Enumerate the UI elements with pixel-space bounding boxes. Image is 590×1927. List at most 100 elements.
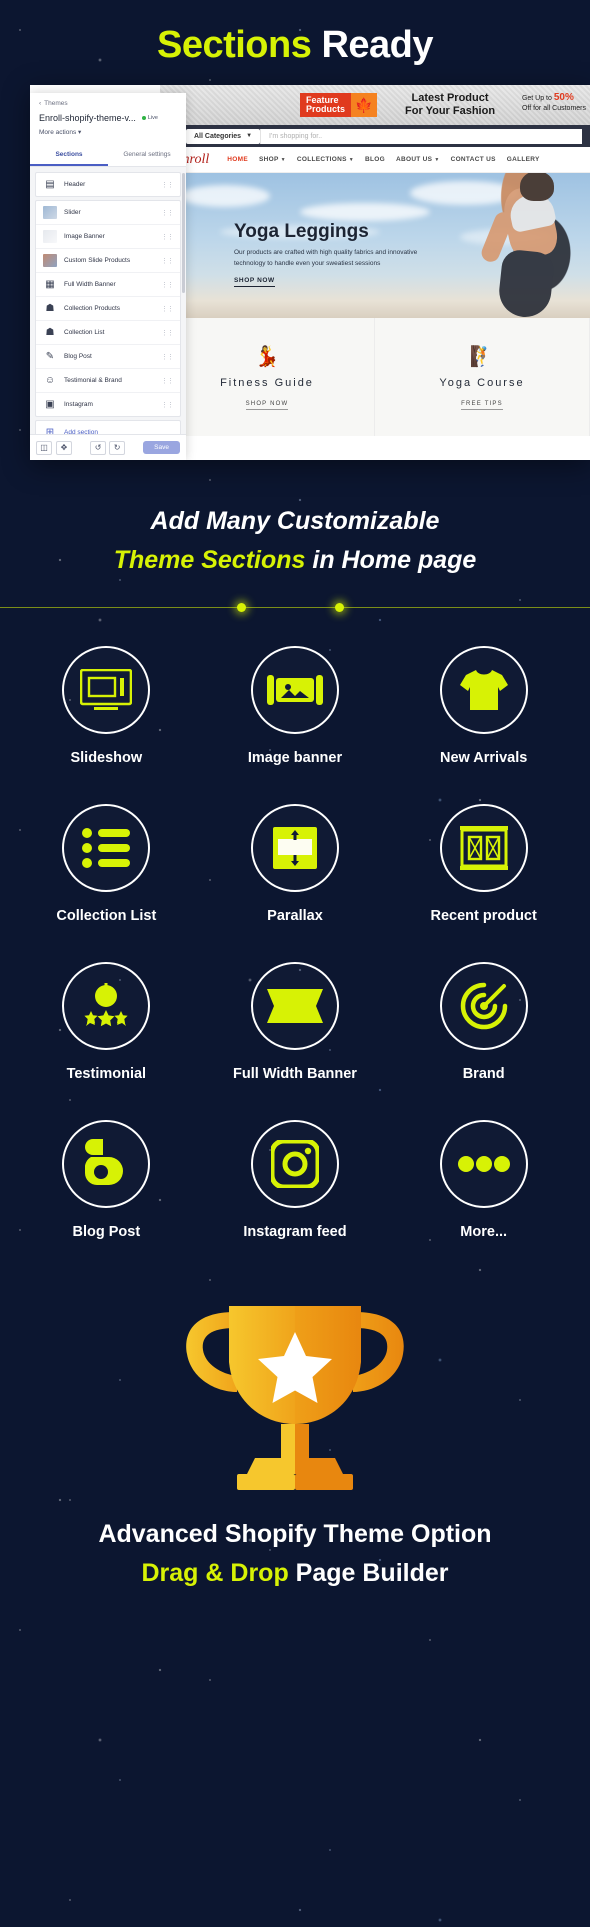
testimonial-badge-icon	[84, 982, 128, 1026]
feature-label: Image banner	[247, 749, 343, 766]
footer-line2: Drag & Drop Page Builder	[10, 1559, 580, 1588]
collection-products-icon: ☗	[45, 303, 55, 314]
subtitle-rest: in Home page	[312, 545, 477, 574]
feature-more[interactable]: More...	[389, 1119, 578, 1240]
category-select[interactable]: All Categories ▼	[186, 128, 261, 144]
feature-parallax[interactable]: Parallax	[201, 803, 390, 924]
feature-icon-circle	[439, 803, 528, 892]
feature-new-arrivals[interactable]: New Arrivals	[389, 645, 578, 766]
promo-card-cta[interactable]: SHOP NOW	[245, 401, 289, 410]
feature-icon-circle	[439, 961, 528, 1050]
offer-line1: Get Up to	[521, 95, 552, 102]
feature-testimonial[interactable]: Testimonial	[12, 961, 201, 1082]
status-dot-icon	[141, 116, 146, 120]
drag-handle-icon[interactable]: ⋮⋮	[161, 181, 174, 189]
nav-item-contact-us[interactable]: CONTACT US	[451, 156, 496, 163]
hero-description: Our products are crafted with high quali…	[234, 249, 418, 268]
section-row-custom-slide-products: Custom Slide Products ⋮⋮	[36, 249, 180, 273]
redo-icon[interactable]: ↻	[109, 440, 126, 455]
feature-image-banner[interactable]: Image banner	[201, 645, 390, 766]
add-section-card[interactable]: ⊞ Add section	[35, 420, 181, 434]
feature-blog-post[interactable]: Blog Post	[12, 1119, 201, 1240]
drag-handle-icon[interactable]: ⋮⋮	[161, 257, 174, 265]
feature-label: Brand	[462, 1065, 505, 1082]
latest-line1: Latest Product	[411, 92, 489, 104]
feature-collection-list[interactable]: Collection List	[12, 803, 201, 924]
feature-icon-circle	[250, 803, 339, 892]
drag-handle-icon[interactable]: ⋮⋮	[161, 281, 174, 289]
promo-card-title: Fitness Guide	[220, 377, 314, 389]
live-label: Live	[147, 115, 158, 121]
feature-slideshow[interactable]: Slideshow	[12, 645, 201, 766]
promo-card-yoga-course[interactable]: 🧗 Yoga Course FREE TIPS	[375, 318, 590, 436]
chevron-left-icon: ‹	[39, 100, 42, 107]
list-icon	[82, 827, 131, 868]
drag-handle-icon[interactable]: ⋮⋮	[161, 329, 174, 337]
latest-line2: For Your Fashion	[405, 105, 496, 118]
more-actions-button[interactable]: More actions ▾	[39, 128, 177, 136]
desktop-view-icon[interactable]: ◫	[36, 440, 52, 455]
nav-item-gallery[interactable]: GALLERY	[507, 156, 540, 163]
hero-shop-now-button[interactable]: SHOP NOW	[234, 277, 275, 287]
nav-item-collections[interactable]: COLLECTIONS ▼	[297, 156, 354, 163]
feature-brand[interactable]: Brand	[389, 961, 578, 1082]
store-preview: Feature Products 🍁 Latest Product For Yo…	[160, 85, 590, 460]
yoga-pose-icon: 💃	[254, 346, 280, 368]
drag-handle-icon[interactable]: ⋮⋮	[161, 209, 174, 217]
feature-full-width-banner[interactable]: Full Width Banner	[201, 961, 390, 1082]
chevron-down-icon: ▾	[78, 129, 82, 136]
live-status-badge: Live	[141, 115, 158, 121]
section-card-group[interactable]: Slider ⋮⋮ Image Banner ⋮⋮ Custom Slide P…	[35, 200, 181, 417]
drag-handle-icon[interactable]: ⋮⋮	[161, 401, 174, 409]
collection-list-icon: ☗	[45, 327, 55, 338]
drag-handle-icon[interactable]: ⋮⋮	[161, 305, 174, 313]
add-section-row: ⊞ Add section	[36, 421, 180, 434]
history-buttons: ↺ ↻	[90, 440, 126, 455]
offer-line2: Off for all Customers	[521, 105, 586, 112]
store-search-input[interactable]: I'm shopping for..	[260, 128, 582, 144]
slideshow-icon	[80, 668, 133, 710]
target-brand-icon	[460, 982, 507, 1029]
feature-label: Recent product	[430, 907, 537, 924]
back-to-themes-link[interactable]: ‹ Themes	[39, 100, 177, 107]
section-row-collection-products: ☗ Collection Products ⋮⋮	[36, 297, 180, 321]
search-placeholder: I'm shopping for..	[269, 132, 323, 140]
maple-leaf-icon: 🍁	[351, 93, 378, 117]
drag-handle-icon[interactable]: ⋮⋮	[161, 233, 174, 241]
feature-products-badge: Feature Products 🍁	[300, 93, 378, 117]
testimonial-brand-icon: ☺	[44, 375, 56, 386]
nav-item-home[interactable]: HOME	[227, 156, 248, 163]
tab-general-settings[interactable]: General settings	[108, 145, 186, 166]
nav-item-about-us[interactable]: ABOUT US ▼	[396, 156, 440, 163]
tab-sections[interactable]: Sections	[30, 145, 108, 166]
store-navbar: Enroll HOME SHOP ▼ COLLECTIONS ▼ BLOG ABOU…	[160, 147, 590, 173]
sections-list[interactable]: ▤ Header ⋮⋮ Slider ⋮⋮ Image Banner ⋮⋮ Cu…	[30, 167, 186, 434]
feature-icon-circle	[250, 1119, 339, 1208]
feature-recent-product[interactable]: Recent product	[389, 803, 578, 924]
editor-tabs: Sections General settings	[30, 145, 186, 167]
feature-instagram-feed[interactable]: Instagram feed	[201, 1119, 390, 1240]
drag-handle-icon[interactable]: ⋮⋮	[161, 377, 174, 385]
sections-scrollbar[interactable]	[182, 173, 185, 293]
save-button[interactable]: Save	[143, 441, 180, 454]
promo-card-fitness-guide[interactable]: 💃 Fitness Guide SHOP NOW	[160, 318, 375, 436]
undo-icon[interactable]: ↺	[90, 440, 107, 455]
move-icon[interactable]: ✥	[56, 440, 72, 455]
feature-label: More...	[460, 1223, 508, 1240]
theme-name-text: Enroll-shopify-theme-v...	[39, 113, 136, 123]
feature-label: Parallax	[267, 907, 323, 924]
section-card-header[interactable]: ▤ Header ⋮⋮	[35, 172, 181, 197]
hero-title: Yoga Leggings	[234, 221, 369, 242]
nav-item-blog[interactable]: BLOG	[365, 156, 385, 163]
promo-card-cta[interactable]: FREE TIPS	[461, 401, 503, 410]
section-label: Collection List	[64, 329, 105, 336]
section-subtitle: Add Many Customizable Theme Sections in …	[0, 502, 590, 580]
theme-editor-sidebar: ‹ Themes Enroll-shopify-theme-v... Live …	[30, 93, 186, 460]
footer-accent: Drag & Drop	[141, 1558, 289, 1587]
instagram-icon	[270, 1139, 319, 1188]
nav-item-shop[interactable]: SHOP ▼	[259, 156, 286, 163]
section-label: Slider	[64, 209, 81, 216]
full-width-banner-icon: ▦	[45, 279, 55, 290]
drag-handle-icon[interactable]: ⋮⋮	[161, 353, 174, 361]
page-title-rest: Ready	[321, 24, 433, 66]
